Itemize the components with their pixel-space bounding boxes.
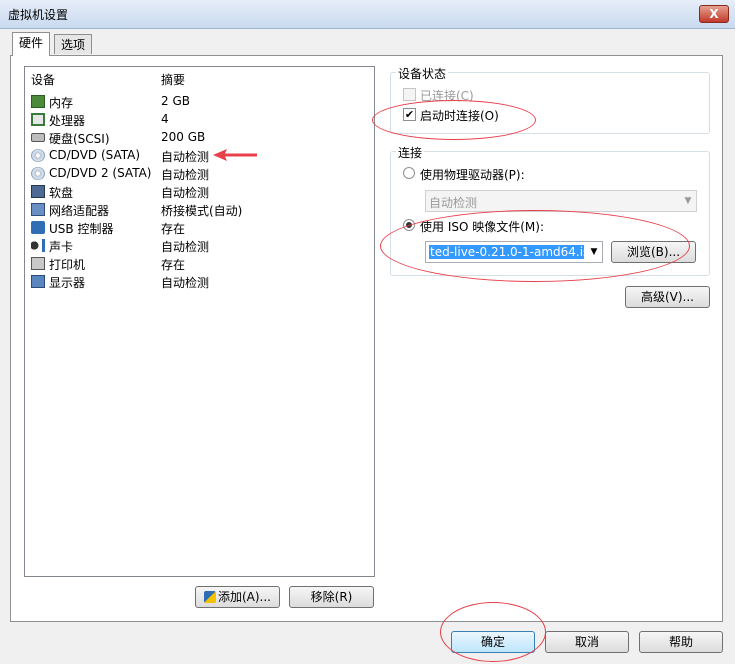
cd-dvd-icon <box>31 167 45 180</box>
sound-card-icon <box>31 239 45 252</box>
device-name: CD/DVD (SATA) <box>49 148 141 162</box>
window-title: 虚拟机设置 <box>8 8 69 22</box>
device-row-cd-dvd[interactable]: CD/DVD (SATA) 自动检测 <box>29 147 369 165</box>
device-row-cd-dvd-2[interactable]: CD/DVD 2 (SATA) 自动检测 <box>29 165 369 183</box>
connect-at-power-on-label: 启动时连接(O) <box>420 109 499 123</box>
device-summary: 存在 <box>161 258 186 272</box>
processor-icon <box>31 113 45 126</box>
device-row-printer[interactable]: 打印机 存在 <box>29 255 369 273</box>
remove-button[interactable]: 移除(R) <box>289 586 374 608</box>
hard-disk-icon <box>31 133 45 142</box>
cd-dvd-icon <box>31 149 45 162</box>
device-summary: 2 GB <box>161 94 190 108</box>
memory-icon <box>31 95 45 108</box>
physical-drive-select[interactable]: 自动检测 ▼ <box>425 190 697 212</box>
column-header-device[interactable]: 设备 <box>31 71 55 88</box>
connection-label: 连接 <box>396 144 425 161</box>
connected-checkbox[interactable] <box>403 88 416 101</box>
device-name: 内存 <box>49 96 74 110</box>
device-name: 打印机 <box>49 258 86 272</box>
device-summary: 自动检测 <box>161 168 210 182</box>
device-name: 网络适配器 <box>49 204 110 218</box>
device-name: 硬盘(SCSI) <box>49 132 110 146</box>
device-row-floppy[interactable]: 软盘 自动检测 <box>29 183 369 201</box>
device-summary: 自动检测 <box>161 150 210 164</box>
ok-button[interactable]: 确定 <box>451 631 535 653</box>
device-name: 处理器 <box>49 114 86 128</box>
device-summary: 200 GB <box>161 130 206 144</box>
device-row-network-adapter[interactable]: 网络适配器 桥接模式(自动) <box>29 201 369 219</box>
cancel-button[interactable]: 取消 <box>545 631 629 653</box>
device-row-hard-disk[interactable]: 硬盘(SCSI) 200 GB <box>29 129 369 147</box>
floppy-icon <box>31 185 45 198</box>
device-row-sound-card[interactable]: 声卡 自动检测 <box>29 237 369 255</box>
device-name: CD/DVD 2 (SATA) <box>49 166 152 180</box>
device-name: 声卡 <box>49 240 74 254</box>
printer-icon <box>31 257 45 270</box>
network-adapter-icon <box>31 203 45 216</box>
iso-file-label: 使用 ISO 映像文件(M): <box>420 220 544 234</box>
usb-icon <box>31 221 45 234</box>
chevron-down-icon[interactable]: ▼ <box>586 242 602 262</box>
physical-drive-radio[interactable] <box>403 167 415 179</box>
help-button[interactable]: 帮助 <box>639 631 723 653</box>
device-summary: 自动检测 <box>161 186 210 200</box>
device-name: USB 控制器 <box>49 222 114 236</box>
physical-drive-value: 自动检测 <box>429 196 478 210</box>
device-status-label: 设备状态 <box>396 65 449 82</box>
device-row-usb-controller[interactable]: USB 控制器 存在 <box>29 219 369 237</box>
connect-at-power-on-checkbox[interactable]: ✔ <box>403 108 416 121</box>
annotation-arrow-icon <box>213 149 257 161</box>
display-icon <box>31 275 45 288</box>
device-summary: 自动检测 <box>161 276 210 290</box>
device-list[interactable]: 设备 摘要 内存 2 GB 处理器 4 硬盘(SCSI) 200 GB CD/D… <box>24 66 375 577</box>
device-name: 显示器 <box>49 276 86 290</box>
device-name: 软盘 <box>49 186 74 200</box>
iso-file-value: ted-live-0.21.0-1-amd64.iso <box>429 245 584 259</box>
add-button-label: 添加(A)... <box>217 590 272 604</box>
tab-options[interactable]: 选项 <box>54 34 93 54</box>
device-summary: 自动检测 <box>161 240 210 254</box>
iso-file-input[interactable]: ted-live-0.21.0-1-amd64.iso ▼ <box>425 241 603 263</box>
connected-label: 已连接(C) <box>420 89 474 103</box>
device-summary: 桥接模式(自动) <box>161 204 243 218</box>
tab-hardware[interactable]: 硬件 <box>12 32 51 56</box>
device-row-display[interactable]: 显示器 自动检测 <box>29 273 369 291</box>
close-button[interactable]: X <box>699 5 729 23</box>
shield-icon <box>203 591 216 603</box>
iso-file-radio[interactable] <box>403 219 415 231</box>
device-row-memory[interactable]: 内存 2 GB <box>29 93 369 111</box>
chevron-down-icon: ▼ <box>684 196 692 206</box>
add-button[interactable]: 添加(A)... <box>195 586 280 608</box>
column-header-summary[interactable]: 摘要 <box>161 71 185 88</box>
physical-drive-label: 使用物理驱动器(P): <box>420 168 525 182</box>
title-bar: 虚拟机设置 X <box>0 0 735 29</box>
browse-button[interactable]: 浏览(B)... <box>611 241 696 263</box>
advanced-button[interactable]: 高级(V)... <box>625 286 710 308</box>
device-summary: 存在 <box>161 222 186 236</box>
device-row-processor[interactable]: 处理器 4 <box>29 111 369 129</box>
device-summary: 4 <box>161 112 169 126</box>
